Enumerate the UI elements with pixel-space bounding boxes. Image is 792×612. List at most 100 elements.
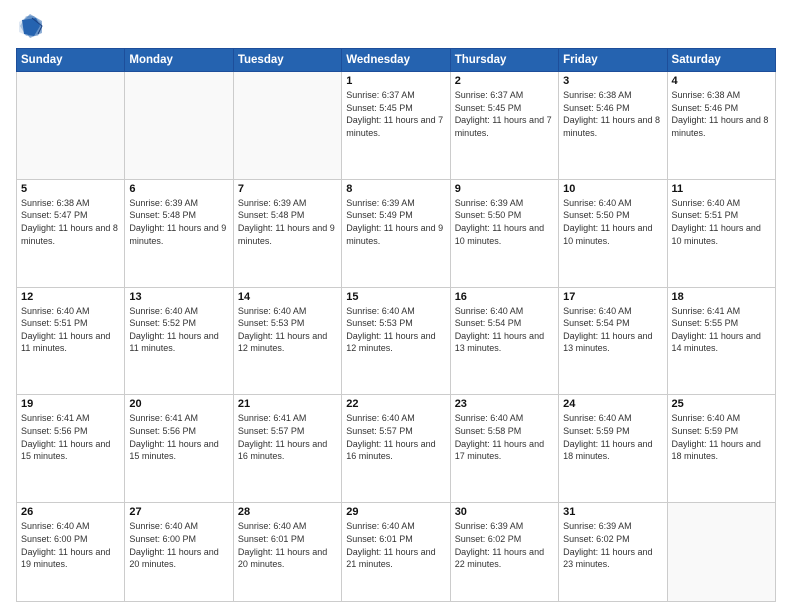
- calendar-cell: 9 Sunrise: 6:39 AM Sunset: 5:50 PM Daylig…: [450, 179, 558, 287]
- calendar-cell: 26Sunrise: 6:40 AM Sunset: 6:00 PM Dayli…: [17, 503, 125, 602]
- day-info: Sunrise: 6:40 AM Sunset: 5:53 PM Dayligh…: [238, 305, 337, 355]
- day-number: 2: [455, 75, 554, 87]
- day-info: Sunrise: 6:41 AM Sunset: 5:55 PM Dayligh…: [672, 305, 771, 355]
- calendar-cell: 3 Sunrise: 6:38 AM Sunset: 5:46 PM Daylig…: [559, 72, 667, 180]
- calendar-cell: 1Sunrise: 6:37 AM Sunset: 5:45 PM Daylig…: [342, 72, 450, 180]
- day-number: 5: [21, 183, 120, 195]
- day-number: 14: [238, 291, 337, 303]
- calendar-week-row: 5 Sunrise: 6:38 AM Sunset: 5:47 PM Daylig…: [17, 179, 776, 287]
- day-info: Sunrise: 6:40 AM Sunset: 5:50 PM Dayligh…: [563, 197, 662, 247]
- calendar-cell: 22 Sunrise: 6:40 AM Sunset: 5:57 PM Dayli…: [342, 395, 450, 503]
- day-info: Sunrise: 6:37 AM Sunset: 5:45 PM Dayligh…: [346, 89, 445, 139]
- day-info: Sunrise: 6:38 AM Sunset: 5:46 PM Dayligh…: [672, 89, 771, 139]
- day-info: Sunrise: 6:41 AM Sunset: 5:56 PM Dayligh…: [129, 412, 228, 462]
- calendar-cell: 7Sunrise: 6:39 AM Sunset: 5:48 PM Daylig…: [233, 179, 341, 287]
- day-number: 28: [238, 506, 337, 518]
- day-number: 15: [346, 291, 445, 303]
- calendar-cell: 24Sunrise: 6:40 AM Sunset: 5:59 PM Dayli…: [559, 395, 667, 503]
- calendar-header-row: Sunday Monday Tuesday Wednesday Thursday…: [17, 49, 776, 72]
- day-info: Sunrise: 6:40 AM Sunset: 5:57 PM Dayligh…: [346, 412, 445, 462]
- col-monday: Monday: [125, 49, 233, 72]
- calendar-cell: 29 Sunrise: 6:40 AM Sunset: 6:01 PM Dayli…: [342, 503, 450, 602]
- day-info: Sunrise: 6:40 AM Sunset: 5:59 PM Dayligh…: [563, 412, 662, 462]
- calendar-cell: 16 Sunrise: 6:40 AM Sunset: 5:54 PM Dayli…: [450, 287, 558, 395]
- calendar-cell: 28 Sunrise: 6:40 AM Sunset: 6:01 PM Dayli…: [233, 503, 341, 602]
- day-number: 13: [129, 291, 228, 303]
- calendar-cell: 4 Sunrise: 6:38 AM Sunset: 5:46 PM Daylig…: [667, 72, 775, 180]
- day-number: 8: [346, 183, 445, 195]
- calendar-cell: 23Sunrise: 6:40 AM Sunset: 5:58 PM Dayli…: [450, 395, 558, 503]
- day-number: 20: [129, 398, 228, 410]
- day-number: 26: [21, 506, 120, 518]
- calendar-cell: 14 Sunrise: 6:40 AM Sunset: 5:53 PM Dayli…: [233, 287, 341, 395]
- day-info: Sunrise: 6:39 AM Sunset: 5:48 PM Dayligh…: [129, 197, 228, 247]
- col-sunday: Sunday: [17, 49, 125, 72]
- calendar-cell: 31Sunrise: 6:39 AM Sunset: 6:02 PM Dayli…: [559, 503, 667, 602]
- day-number: 21: [238, 398, 337, 410]
- header: [16, 12, 776, 40]
- col-thursday: Thursday: [450, 49, 558, 72]
- logo: [16, 12, 48, 40]
- day-number: 22: [346, 398, 445, 410]
- calendar-cell: 25Sunrise: 6:40 AM Sunset: 5:59 PM Dayli…: [667, 395, 775, 503]
- day-number: 10: [563, 183, 662, 195]
- day-info: Sunrise: 6:39 AM Sunset: 6:02 PM Dayligh…: [455, 520, 554, 570]
- logo-icon: [16, 12, 44, 40]
- calendar-cell: 2Sunrise: 6:37 AM Sunset: 5:45 PM Daylig…: [450, 72, 558, 180]
- day-number: 9: [455, 183, 554, 195]
- day-number: 30: [455, 506, 554, 518]
- day-number: 6: [129, 183, 228, 195]
- calendar-cell: [233, 72, 341, 180]
- calendar-cell: 11 Sunrise: 6:40 AM Sunset: 5:51 PM Dayli…: [667, 179, 775, 287]
- day-number: 19: [21, 398, 120, 410]
- day-number: 4: [672, 75, 771, 87]
- day-info: Sunrise: 6:40 AM Sunset: 6:01 PM Dayligh…: [346, 520, 445, 570]
- calendar-cell: 6 Sunrise: 6:39 AM Sunset: 5:48 PM Daylig…: [125, 179, 233, 287]
- day-info: Sunrise: 6:40 AM Sunset: 5:54 PM Dayligh…: [455, 305, 554, 355]
- calendar-cell: 30 Sunrise: 6:39 AM Sunset: 6:02 PM Dayli…: [450, 503, 558, 602]
- day-number: 3: [563, 75, 662, 87]
- calendar-cell: 19 Sunrise: 6:41 AM Sunset: 5:56 PM Dayli…: [17, 395, 125, 503]
- day-number: 7: [238, 183, 337, 195]
- day-info: Sunrise: 6:38 AM Sunset: 5:47 PM Dayligh…: [21, 197, 120, 247]
- day-info: Sunrise: 6:38 AM Sunset: 5:46 PM Dayligh…: [563, 89, 662, 139]
- day-info: Sunrise: 6:40 AM Sunset: 5:58 PM Dayligh…: [455, 412, 554, 462]
- day-number: 31: [563, 506, 662, 518]
- day-number: 18: [672, 291, 771, 303]
- calendar-cell: 5 Sunrise: 6:38 AM Sunset: 5:47 PM Daylig…: [17, 179, 125, 287]
- calendar-week-row: 26Sunrise: 6:40 AM Sunset: 6:00 PM Dayli…: [17, 503, 776, 602]
- calendar-week-row: 1Sunrise: 6:37 AM Sunset: 5:45 PM Daylig…: [17, 72, 776, 180]
- day-info: Sunrise: 6:40 AM Sunset: 5:54 PM Dayligh…: [563, 305, 662, 355]
- day-info: Sunrise: 6:41 AM Sunset: 5:57 PM Dayligh…: [238, 412, 337, 462]
- col-saturday: Saturday: [667, 49, 775, 72]
- calendar-cell: 18 Sunrise: 6:41 AM Sunset: 5:55 PM Dayli…: [667, 287, 775, 395]
- day-info: Sunrise: 6:41 AM Sunset: 5:56 PM Dayligh…: [21, 412, 120, 462]
- day-number: 29: [346, 506, 445, 518]
- calendar-cell: [125, 72, 233, 180]
- day-info: Sunrise: 6:40 AM Sunset: 6:01 PM Dayligh…: [238, 520, 337, 570]
- calendar-cell: 10 Sunrise: 6:40 AM Sunset: 5:50 PM Dayli…: [559, 179, 667, 287]
- calendar-cell: 12Sunrise: 6:40 AM Sunset: 5:51 PM Dayli…: [17, 287, 125, 395]
- day-info: Sunrise: 6:40 AM Sunset: 5:51 PM Dayligh…: [672, 197, 771, 247]
- calendar-cell: 27Sunrise: 6:40 AM Sunset: 6:00 PM Dayli…: [125, 503, 233, 602]
- col-tuesday: Tuesday: [233, 49, 341, 72]
- day-number: 11: [672, 183, 771, 195]
- day-number: 16: [455, 291, 554, 303]
- col-friday: Friday: [559, 49, 667, 72]
- page: Sunday Monday Tuesday Wednesday Thursday…: [0, 0, 792, 612]
- day-info: Sunrise: 6:40 AM Sunset: 5:59 PM Dayligh…: [672, 412, 771, 462]
- calendar-cell: [17, 72, 125, 180]
- calendar-week-row: 19 Sunrise: 6:41 AM Sunset: 5:56 PM Dayli…: [17, 395, 776, 503]
- calendar-cell: 13 Sunrise: 6:40 AM Sunset: 5:52 PM Dayli…: [125, 287, 233, 395]
- calendar-week-row: 12Sunrise: 6:40 AM Sunset: 5:51 PM Dayli…: [17, 287, 776, 395]
- calendar-cell: 8 Sunrise: 6:39 AM Sunset: 5:49 PM Daylig…: [342, 179, 450, 287]
- day-info: Sunrise: 6:40 AM Sunset: 5:53 PM Dayligh…: [346, 305, 445, 355]
- day-info: Sunrise: 6:40 AM Sunset: 5:51 PM Dayligh…: [21, 305, 120, 355]
- calendar-cell: [667, 503, 775, 602]
- day-info: Sunrise: 6:39 AM Sunset: 5:49 PM Dayligh…: [346, 197, 445, 247]
- day-info: Sunrise: 6:39 AM Sunset: 5:50 PM Dayligh…: [455, 197, 554, 247]
- calendar-table: Sunday Monday Tuesday Wednesday Thursday…: [16, 48, 776, 602]
- day-info: Sunrise: 6:40 AM Sunset: 5:52 PM Dayligh…: [129, 305, 228, 355]
- calendar-cell: 21 Sunrise: 6:41 AM Sunset: 5:57 PM Dayli…: [233, 395, 341, 503]
- calendar-cell: 15 Sunrise: 6:40 AM Sunset: 5:53 PM Dayli…: [342, 287, 450, 395]
